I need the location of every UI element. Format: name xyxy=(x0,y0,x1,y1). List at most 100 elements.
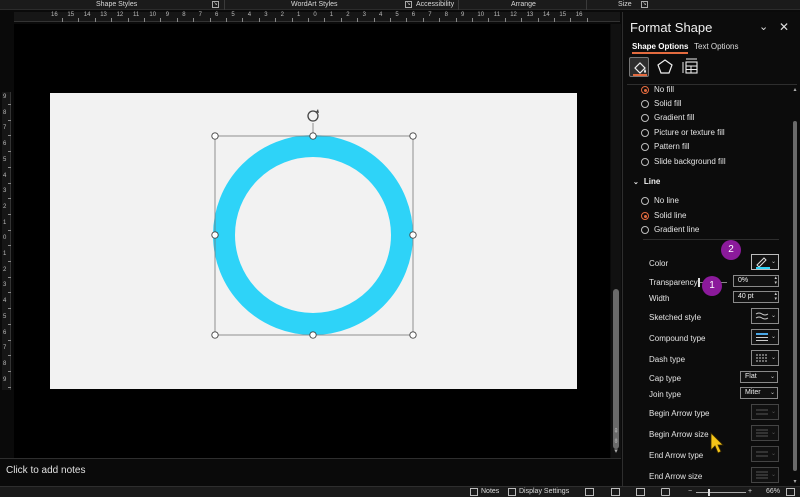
ruler-number: 10 xyxy=(477,12,485,18)
notes-pane[interactable]: Click to add notes xyxy=(0,458,621,485)
ruler-number: 2 xyxy=(3,203,7,210)
scrollbar-thumb[interactable] xyxy=(793,121,797,471)
squiggle-line-icon xyxy=(755,312,769,320)
radio-circle[interactable] xyxy=(641,212,649,220)
ribbon-group-arrange: Arrange xyxy=(511,1,536,8)
ruler-number: 8 xyxy=(3,109,7,116)
fit-slide-icon[interactable] xyxy=(786,488,795,496)
ruler-tick xyxy=(291,18,293,22)
ruler-tick xyxy=(8,308,11,310)
canvas-vertical-scrollbar[interactable]: ⇞ ⇟ ▾ xyxy=(611,24,621,458)
ruler-tick xyxy=(439,18,441,22)
shape-styles-dialog-launcher-icon[interactable]: ↘ xyxy=(212,1,219,8)
tab-shape-options[interactable]: Shape Options xyxy=(632,42,689,54)
ruler-number: 9 xyxy=(165,12,170,18)
ruler-tick xyxy=(78,18,80,22)
width-label: Width xyxy=(649,294,670,303)
slider-knob[interactable] xyxy=(698,278,700,287)
slide-sorter-icon[interactable] xyxy=(611,488,620,496)
rotate-handle-icon[interactable] xyxy=(307,109,319,122)
ruler-tick xyxy=(8,229,11,231)
zoom-out-icon[interactable]: − xyxy=(688,488,692,495)
format-shape-pane: Format Shape ⌄ ✕ Shape Options Text Opti… xyxy=(622,12,800,486)
begin-arrow-size-dropdown[interactable]: ⌄ xyxy=(751,425,779,441)
ruler-number: 14 xyxy=(83,12,91,18)
ruler-tick xyxy=(226,18,227,22)
compound-type-label: Compound type xyxy=(649,334,706,343)
ruler-number: 8 xyxy=(3,360,7,367)
ruler-number: 1 xyxy=(297,12,301,18)
display-settings-icon[interactable] xyxy=(508,488,516,496)
normal-view-icon[interactable] xyxy=(585,488,594,496)
ruler-number: 1 xyxy=(3,251,7,257)
reading-view-icon[interactable] xyxy=(636,488,645,496)
radio-circle[interactable] xyxy=(641,143,649,151)
ruler-number: 15 xyxy=(559,12,567,18)
scroll-down-icon[interactable]: ▾ xyxy=(612,448,620,456)
ring-shape[interactable] xyxy=(213,135,413,335)
scroll-up-icon[interactable]: ▴ xyxy=(791,86,799,93)
radio-circle[interactable] xyxy=(641,197,649,205)
pane-options-chevron-icon[interactable]: ⌄ xyxy=(759,20,768,33)
begin-arrow-type-dropdown[interactable]: ⌄ xyxy=(751,404,779,420)
zoom-in-icon[interactable]: + xyxy=(748,488,752,495)
transparency-input[interactable]: 0% ▴ ▾ xyxy=(733,275,779,287)
zoom-level[interactable]: 66% xyxy=(766,488,780,495)
ruler-number: 0 xyxy=(313,12,317,18)
cap-type-dropdown[interactable]: Flat ⌄ xyxy=(740,371,778,383)
close-icon[interactable]: ✕ xyxy=(779,20,789,34)
selected-ring-shape[interactable] xyxy=(195,105,430,345)
ruler-number: 4 xyxy=(3,172,7,179)
fill-and-line-icon[interactable] xyxy=(629,57,649,77)
effects-icon[interactable] xyxy=(655,57,675,77)
pane-scrollbar[interactable]: ▴ ▾ xyxy=(791,86,799,486)
display-settings-button[interactable]: Display Settings xyxy=(519,488,569,495)
radio-circle[interactable] xyxy=(641,114,649,122)
tab-text-options[interactable]: Text Options xyxy=(694,42,738,51)
radio-circle[interactable] xyxy=(641,100,649,108)
ribbon-separator xyxy=(458,0,459,10)
notes-placeholder[interactable]: Click to add notes xyxy=(6,465,86,476)
dash-type-dropdown[interactable]: ⌄ xyxy=(751,350,779,366)
ruler-number: 7 xyxy=(428,12,432,18)
join-type-dropdown[interactable]: Miter ⌄ xyxy=(740,387,778,399)
ribbon-group-labels: Shape Styles ↘ WordArt Styles ↘ Accessib… xyxy=(0,0,800,10)
radio-circle[interactable] xyxy=(641,86,649,94)
ruler-tick xyxy=(8,166,11,168)
compound-type-dropdown[interactable]: ⌄ xyxy=(751,329,779,345)
scrollbar-thumb[interactable] xyxy=(613,289,619,449)
notes-icon[interactable] xyxy=(470,488,478,496)
radio-circle[interactable] xyxy=(641,226,649,234)
chevron-down-icon: ⌄ xyxy=(769,374,775,380)
zoom-slider-knob[interactable] xyxy=(708,489,710,496)
sketched-style-dropdown[interactable]: ⌄ xyxy=(751,308,779,324)
next-slide-icon[interactable]: ⇟ xyxy=(612,438,620,446)
wordart-styles-dialog-launcher-icon[interactable]: ↘ xyxy=(405,1,412,8)
spinner-arrows-icon[interactable]: ▴ ▾ xyxy=(774,276,777,286)
radio-circle[interactable] xyxy=(641,158,649,166)
slide-show-icon[interactable] xyxy=(661,488,670,496)
line-color-picker[interactable]: ⌄ xyxy=(751,254,779,270)
ruler-tick xyxy=(8,151,11,153)
radio-circle[interactable] xyxy=(641,129,649,137)
ruler-number: 16 xyxy=(575,12,583,18)
notes-button[interactable]: Notes xyxy=(481,488,499,495)
resize-handles[interactable] xyxy=(211,132,417,339)
width-input[interactable]: 40 pt ▴ ▾ xyxy=(733,291,779,303)
zoom-slider[interactable] xyxy=(696,492,746,493)
ruler-tick xyxy=(554,18,555,22)
ruler-tick xyxy=(275,18,277,22)
ruler-number: 2 xyxy=(346,12,350,18)
ruler-number: 16 xyxy=(51,12,58,18)
ruler-tick xyxy=(8,104,11,105)
size-and-properties-icon[interactable] xyxy=(680,57,700,77)
end-arrow-size-dropdown[interactable]: ⌄ xyxy=(751,467,779,483)
line-section-header[interactable]: ⌄ Line xyxy=(633,177,660,186)
spinner-arrows-icon[interactable]: ▴ ▾ xyxy=(774,292,777,302)
ruler-number: 3 xyxy=(3,282,7,289)
end-arrow-type-dropdown[interactable]: ⌄ xyxy=(751,446,779,462)
size-dialog-launcher-icon[interactable]: ↘ xyxy=(641,1,648,8)
previous-slide-icon[interactable]: ⇞ xyxy=(612,428,620,436)
ruler-tick xyxy=(373,18,375,22)
scroll-down-icon[interactable]: ▾ xyxy=(791,478,799,485)
